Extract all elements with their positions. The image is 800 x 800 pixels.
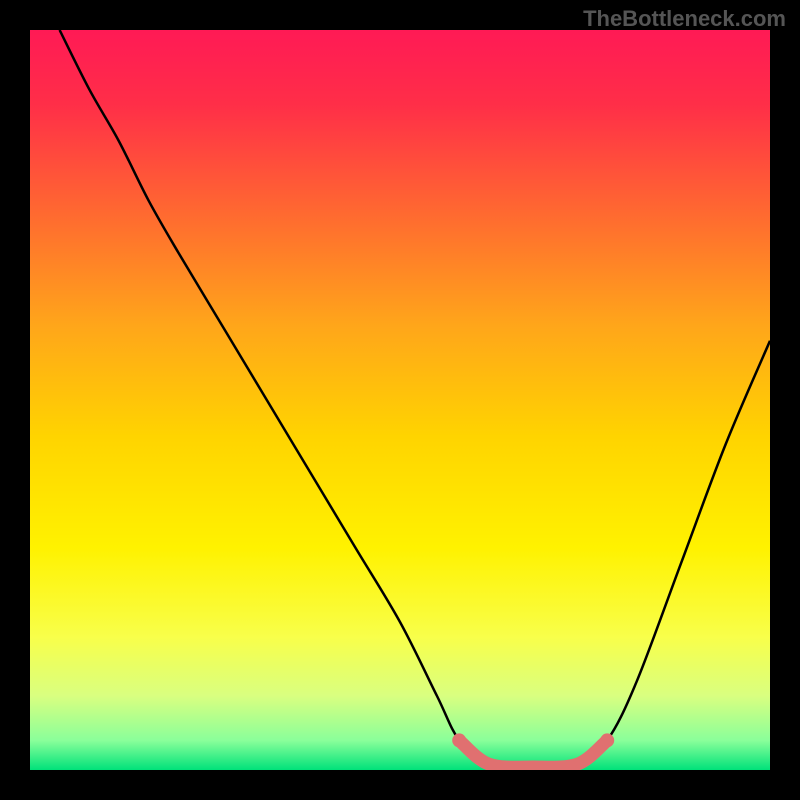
optimal-range-dots: [452, 733, 614, 747]
bottleneck-curve: [60, 30, 770, 770]
optimal-range-marker: [459, 740, 607, 767]
plot-area: [30, 30, 770, 770]
curve-layer: [30, 30, 770, 770]
chart-container: TheBottleneck.com: [0, 0, 800, 800]
watermark-text: TheBottleneck.com: [583, 6, 786, 32]
